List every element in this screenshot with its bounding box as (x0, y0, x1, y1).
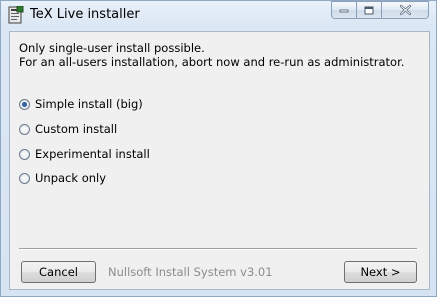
option-simple-install[interactable]: Simple install (big) (19, 96, 143, 112)
maximize-icon (364, 6, 374, 14)
radio-experimental-install[interactable] (19, 148, 30, 160)
tex-live-app-icon (8, 6, 24, 24)
option-label: Unpack only (35, 171, 107, 185)
option-label: Experimental install (35, 147, 150, 161)
installer-window: TeX Live installer Only single-user inst… (0, 0, 437, 297)
option-custom-install[interactable]: Custom install (19, 121, 117, 137)
option-experimental-install[interactable]: Experimental install (19, 146, 150, 162)
option-unpack-only[interactable]: Unpack only (19, 170, 106, 186)
option-label: Simple install (big) (35, 97, 143, 111)
option-label: Custom install (35, 122, 118, 136)
window-title: TeX Live installer (30, 7, 140, 22)
close-button[interactable] (381, 1, 429, 19)
minimize-icon (339, 9, 349, 13)
admin-warning-message: Only single-user install possible. For a… (19, 41, 404, 69)
cancel-button[interactable]: Cancel (21, 261, 96, 283)
radio-simple-install[interactable] (19, 98, 30, 110)
maximize-button[interactable] (356, 1, 382, 19)
radio-unpack-only[interactable] (19, 172, 30, 184)
close-icon (399, 5, 411, 15)
title-bar[interactable]: TeX Live installer (1, 1, 437, 31)
installer-branding: Nullsoft Install System v3.01 (108, 265, 273, 279)
installer-panel: Only single-user install possible. For a… (9, 31, 430, 290)
message-line-2: For an all-users installation, abort now… (19, 55, 405, 69)
next-button[interactable]: Next > (344, 261, 417, 283)
footer-divider (19, 248, 417, 250)
radio-custom-install[interactable] (19, 123, 30, 135)
minimize-button[interactable] (331, 1, 357, 19)
message-line-1: Only single-user install possible. (19, 41, 205, 55)
